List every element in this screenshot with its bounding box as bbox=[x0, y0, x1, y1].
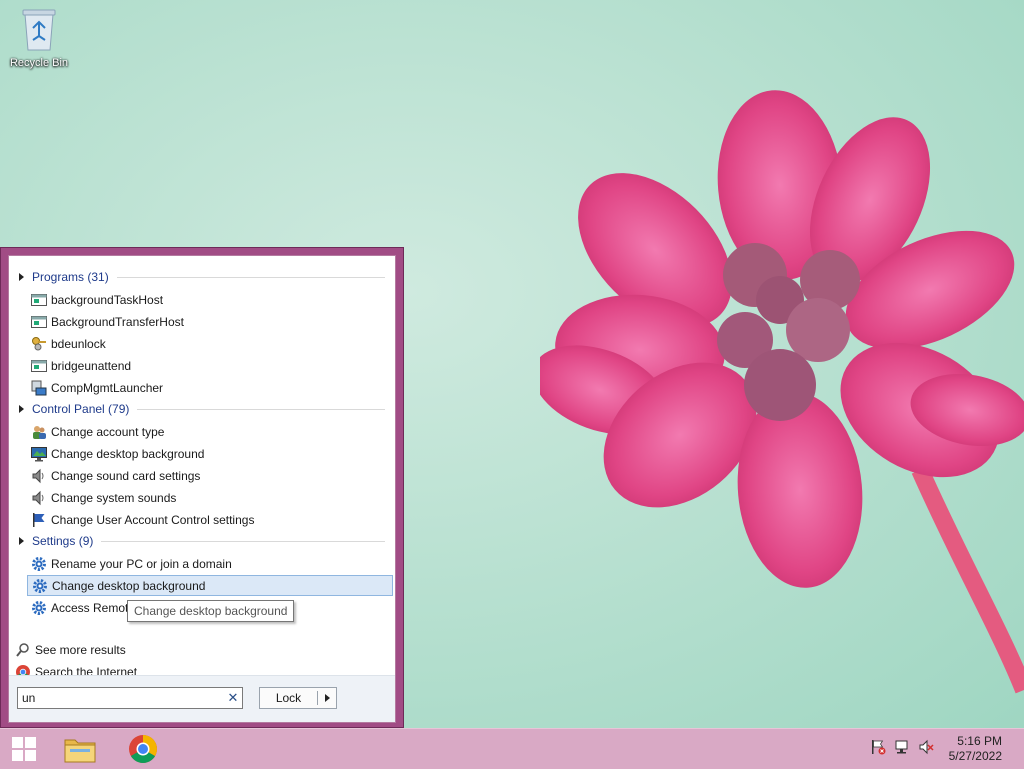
section-title: Settings (9) bbox=[32, 534, 94, 548]
section-header-control-panel[interactable]: Control Panel (79) bbox=[17, 400, 385, 418]
tooltip: Change desktop background bbox=[127, 600, 295, 622]
list-item-change-sound-card-settings[interactable]: Change sound card settings bbox=[27, 465, 393, 486]
users-icon bbox=[31, 424, 47, 440]
clear-search-icon[interactable]: ✕ bbox=[224, 690, 242, 706]
clock[interactable]: 5:16 PM 5/27/2022 bbox=[949, 734, 1002, 764]
magnifier-icon bbox=[15, 642, 31, 658]
section-header-programs[interactable]: Programs (31) bbox=[17, 268, 385, 286]
recycle-bin-label: Recycle Bin bbox=[9, 57, 69, 69]
list-item-change-system-sounds[interactable]: Change system sounds bbox=[27, 487, 393, 508]
expand-arrow-icon bbox=[19, 273, 24, 281]
list-item-change-desktop-background-cp[interactable]: Change desktop background bbox=[27, 443, 393, 464]
volume-muted-icon[interactable] bbox=[918, 739, 934, 755]
list-item-bdeunlock[interactable]: bdeunlock bbox=[27, 333, 393, 354]
keys-icon bbox=[31, 336, 47, 352]
action-center-flag-icon[interactable] bbox=[870, 739, 886, 755]
recycle-bin-icon bbox=[22, 9, 56, 51]
list-item-bridgeunattend[interactable]: bridgeunattend bbox=[27, 355, 393, 376]
power-options-arrow-button[interactable] bbox=[318, 694, 336, 702]
taskbar: 5:16 PM 5/27/2022 bbox=[0, 728, 1024, 769]
gear-icon bbox=[31, 556, 47, 572]
system-tray bbox=[870, 739, 934, 755]
speaker-icon bbox=[31, 468, 47, 484]
lock-button[interactable]: Lock bbox=[260, 691, 318, 705]
computer-management-icon bbox=[31, 380, 47, 396]
uac-flag-icon bbox=[31, 512, 47, 528]
list-item-rename-pc[interactable]: Rename your PC or join a domain bbox=[27, 553, 393, 574]
section-header-settings[interactable]: Settings (9) bbox=[17, 532, 385, 550]
recycle-bin[interactable]: Recycle Bin bbox=[6, 6, 72, 69]
app-window-icon bbox=[31, 292, 47, 308]
windows-logo-icon bbox=[12, 737, 36, 761]
list-item-compmgmtlauncher[interactable]: CompMgmtLauncher bbox=[27, 377, 393, 398]
list-item-backgroundtaskhost[interactable]: backgroundTaskHost bbox=[27, 289, 393, 310]
search-input[interactable]: un ✕ bbox=[17, 687, 243, 709]
chrome-icon bbox=[129, 735, 157, 763]
chevron-right-icon bbox=[324, 694, 330, 702]
clock-date: 5/27/2022 bbox=[948, 749, 1002, 763]
list-item-change-desktop-background-settings[interactable]: Change desktop background bbox=[27, 575, 393, 596]
start-menu: Programs (31) backgroundTaskHost Backgro… bbox=[0, 247, 404, 728]
app-window-icon bbox=[31, 314, 47, 330]
start-menu-panel: Programs (31) backgroundTaskHost Backgro… bbox=[8, 255, 396, 723]
app-window-icon bbox=[31, 358, 47, 374]
section-title: Programs (31) bbox=[32, 270, 109, 284]
network-icon[interactable] bbox=[894, 739, 910, 755]
monitor-icon bbox=[31, 446, 47, 462]
list-item-change-account-type[interactable]: Change account type bbox=[27, 421, 393, 442]
speaker-icon bbox=[31, 490, 47, 506]
section-title: Control Panel (79) bbox=[32, 402, 130, 416]
file-explorer-button[interactable] bbox=[58, 731, 102, 767]
chrome-button[interactable] bbox=[121, 731, 165, 767]
see-more-results-link[interactable]: See more results bbox=[15, 640, 126, 660]
expand-arrow-icon bbox=[19, 537, 24, 545]
flower-wallpaper bbox=[540, 90, 1024, 694]
clock-time: 5:16 PM bbox=[957, 734, 1002, 748]
lock-button-group: Lock bbox=[259, 687, 337, 709]
expand-arrow-icon bbox=[19, 405, 24, 413]
folder-icon bbox=[64, 739, 96, 763]
search-bar-area: un ✕ Lock bbox=[9, 675, 395, 722]
list-item-change-uac-settings[interactable]: Change User Account Control settings bbox=[27, 509, 393, 530]
start-button[interactable] bbox=[2, 731, 46, 767]
gear-icon bbox=[32, 578, 48, 594]
search-input-value: un bbox=[22, 691, 36, 705]
gear-icon bbox=[31, 600, 47, 616]
list-item-backgroundtransferhost[interactable]: BackgroundTransferHost bbox=[27, 311, 393, 332]
